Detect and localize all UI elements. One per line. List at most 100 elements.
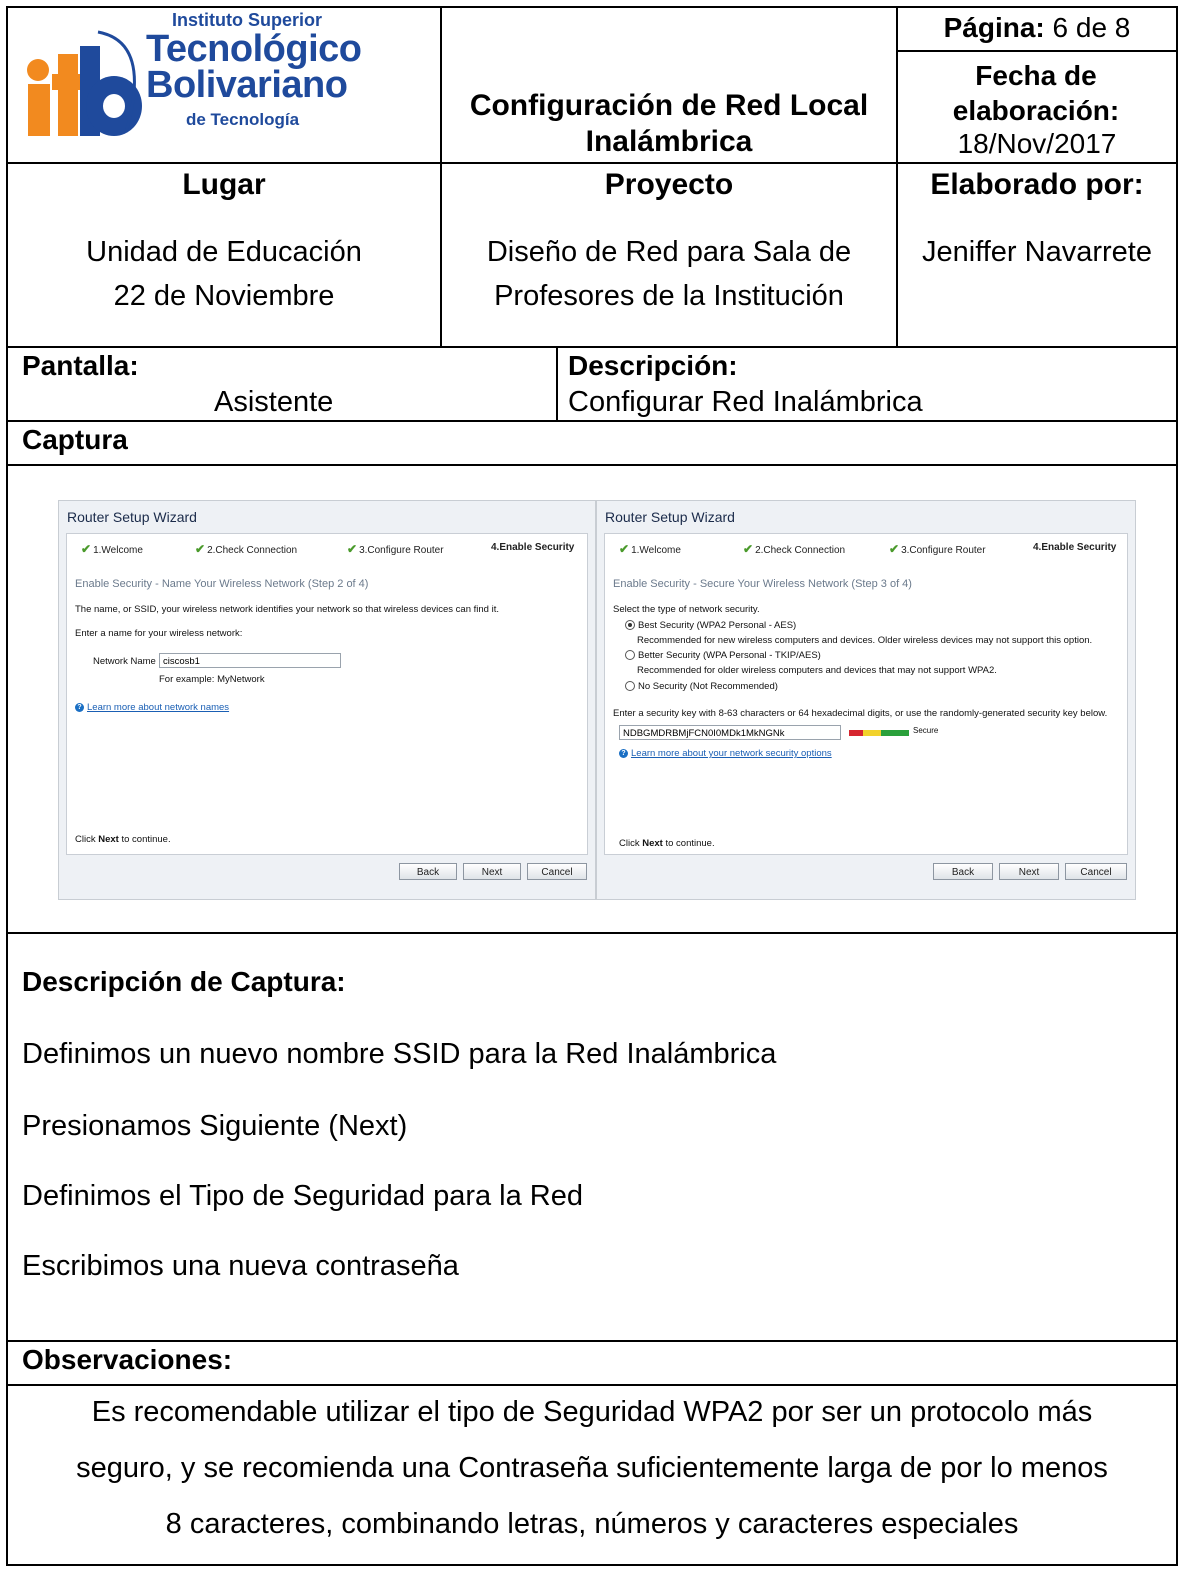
observaciones-label: Observaciones: [22, 1344, 233, 1375]
wizard-subtitle: Enable Security - Secure Your Wireless N… [613, 578, 912, 590]
click-prefix: Click [619, 838, 643, 849]
step-label: 2.Check Connection [207, 545, 298, 556]
step-check-connection: ✔ 2.Check Connection [743, 542, 845, 556]
network-name-example: For example: MyNetwork [159, 674, 265, 685]
click-prefix: Click [75, 834, 99, 845]
elaborado-value: Jeniffer Navarrete [922, 236, 1152, 268]
security-key-input[interactable]: NDBGMDRBMjFCN0I0MDk1MkNGNk [619, 725, 841, 740]
observaciones-line2: seguro, y se recomienda una Contraseña s… [76, 1452, 1108, 1484]
check-icon: ✔ [743, 542, 754, 556]
info-icon: ? [619, 748, 628, 758]
descripcion-item-2: Presionamos Siguiente (Next) [22, 1110, 408, 1142]
wizard-steps: ✔ 1.Welcome ✔ 2.Check Connection ✔ 3.Config… [605, 534, 1127, 564]
page-value: 6 de 8 [1052, 12, 1131, 43]
click-next-text: Click Next to continue. [619, 838, 715, 849]
logo-text-line3: Bolivariano [146, 64, 348, 106]
date-label: Fecha de elaboración: [952, 60, 1120, 126]
strength-segment-red [849, 730, 863, 736]
descripcion-item-4: Escribimos una nueva contraseña [22, 1250, 459, 1282]
learn-more-text: Learn more about network names [87, 702, 230, 713]
check-icon: ✔ [195, 542, 206, 556]
radio-better-security[interactable] [625, 650, 635, 661]
back-button[interactable]: Back [933, 863, 993, 880]
learn-more-link[interactable]: ? Learn more about network names [75, 702, 229, 713]
select-security-text: Select the type of network security. [613, 604, 760, 615]
step-label: 3.Configure Router [359, 545, 444, 556]
check-icon: ✔ [347, 542, 358, 556]
click-suffix: to continue. [118, 834, 171, 845]
descripcion-item-3: Definimos el Tipo de Seguridad para la R… [22, 1180, 583, 1212]
step-label: 4.Enable Security [491, 542, 575, 553]
proyecto-label: Proyecto [604, 168, 734, 201]
network-name-label: Network Name [93, 656, 156, 667]
wizard-text1: The name, or SSID, your wireless network… [75, 604, 499, 615]
lugar-line1: Unidad de Educación [86, 236, 362, 268]
step-enable-security: 4.Enable Security [491, 542, 574, 553]
security-key-text: Enter a security key with 8-63 character… [613, 708, 1108, 719]
document-title-text: Configuración de Red Local Inalámbrica [469, 89, 869, 158]
descripcion-label: Descripción: [568, 350, 738, 381]
wizard-title: Router Setup Wizard [605, 509, 735, 525]
cancel-button[interactable]: Cancel [1065, 863, 1127, 880]
observaciones-line3: 8 caracteres, combinando letras, números… [165, 1508, 1019, 1540]
strength-segment-yellow [863, 730, 881, 736]
pantalla-value: Asistente [214, 386, 334, 418]
logo-text-line4: de Tecnología [186, 110, 300, 129]
cancel-button[interactable]: Cancel [527, 863, 587, 880]
strength-label: Secure [913, 726, 939, 735]
step-configure-router: ✔ 3.Configure Router [889, 542, 986, 556]
strength-meter [849, 730, 909, 736]
check-icon: ✔ [889, 542, 900, 556]
descripcion-captura-label: Descripción de Captura: [22, 966, 346, 997]
strength-segment-green [881, 730, 909, 736]
descripcion-value: Configurar Red Inalámbrica [568, 386, 923, 418]
wizard-subtitle: Enable Security - Name Your Wireless Net… [75, 578, 369, 590]
info-icon: ? [75, 702, 84, 712]
step-welcome: ✔ 1.Welcome [619, 542, 681, 556]
option-better-security[interactable]: Better Security (WPA Personal - TKIP/AES… [625, 650, 821, 661]
option-no-security[interactable]: No Security (Not Recommended) [625, 681, 778, 692]
wizard-text2: Enter a name for your wireless network: [75, 628, 243, 639]
step-label: 3.Configure Router [901, 545, 986, 556]
click-next-text: Click Next to continue. [75, 834, 171, 845]
step-check-connection: ✔ 2.Check Connection [195, 542, 297, 556]
option-best-desc: Recommended for new wireless computers a… [637, 635, 1093, 646]
back-button[interactable]: Back [399, 863, 457, 880]
descripcion-item-1: Definimos un nuevo nombre SSID para la R… [22, 1038, 777, 1070]
option-label: No Security (Not Recommended) [638, 681, 778, 692]
check-icon: ✔ [81, 542, 92, 556]
click-suffix: to continue. [662, 838, 715, 849]
wizard-right: Router Setup Wizard ✔ 1.Welcome ✔ 2.Check … [596, 500, 1136, 900]
lugar-line2: 22 de Noviembre [113, 280, 335, 312]
wizard-left: Router Setup Wizard ✔ 1.Welcome ✔ 2.Check … [58, 500, 596, 900]
document-title: Configuración de Red Local Inalámbrica [446, 88, 892, 160]
check-icon: ✔ [619, 542, 630, 556]
observaciones-line1: Es recomendable utilizar el tipo de Segu… [91, 1396, 1093, 1428]
step-label: 1.Welcome [93, 545, 143, 556]
wizard-title: Router Setup Wizard [67, 509, 197, 525]
logo: Instituto Superior Tecnológico Bolivaria… [14, 10, 362, 144]
step-configure-router: ✔ 3.Configure Router [347, 542, 444, 556]
option-better-desc: Recommended for older wireless computers… [637, 665, 997, 676]
page-number: Página: 6 de 8 [898, 12, 1176, 44]
click-bold: Next [98, 834, 119, 845]
proyecto-line1: Diseño de Red para Sala de [486, 236, 852, 268]
lugar-label: Lugar [182, 168, 266, 201]
option-label: Best Security (WPA2 Personal - AES) [638, 620, 797, 631]
click-bold: Next [642, 838, 663, 849]
wizard-panel: ✔ 1.Welcome ✔ 2.Check Connection ✔ 3.Config… [66, 533, 588, 855]
radio-no-security[interactable] [625, 681, 635, 692]
radio-best-security[interactable] [625, 620, 635, 631]
option-label: Better Security (WPA Personal - TKIP/AES… [638, 650, 821, 661]
proyecto-line2: Profesores de la Institución [494, 280, 844, 312]
option-best-security[interactable]: Best Security (WPA2 Personal - AES) [625, 620, 796, 631]
captura-label: Captura [22, 424, 128, 455]
next-button[interactable]: Next [999, 863, 1059, 880]
step-label: 2.Check Connection [755, 545, 846, 556]
network-name-input[interactable]: ciscosb1 [159, 653, 341, 668]
next-button[interactable]: Next [463, 863, 521, 880]
learn-more-link[interactable]: ? Learn more about your network security … [619, 748, 832, 759]
date-value: 18/Nov/2017 [957, 128, 1117, 159]
learn-more-text: Learn more about your network security o… [631, 748, 832, 759]
pantalla-label: Pantalla: [22, 350, 139, 381]
